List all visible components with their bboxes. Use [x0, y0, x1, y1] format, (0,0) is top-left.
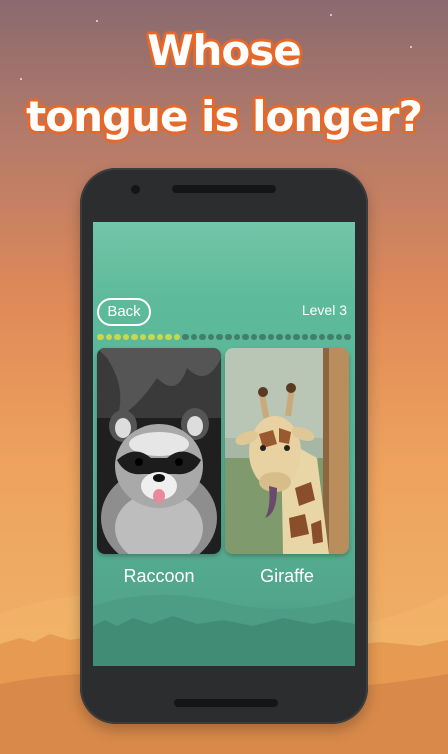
- progress-segment-remaining: [182, 334, 189, 340]
- progress-segment-remaining: [233, 334, 241, 340]
- progress-segment-done: [131, 334, 138, 340]
- progress-segment-remaining: [344, 334, 351, 340]
- back-button[interactable]: Back: [97, 298, 151, 326]
- star-decoration: [330, 14, 332, 16]
- progress-segment-remaining: [293, 334, 300, 340]
- speaker-grille: [172, 185, 276, 193]
- progress-segment-remaining: [284, 334, 292, 340]
- progress-segment-done: [156, 334, 164, 340]
- progress-segment-remaining: [207, 334, 215, 340]
- phone-frame: Back Level 3 Raccoon Giraffe: [80, 168, 368, 724]
- promo-headline-line2: tongue is longer?: [26, 92, 423, 141]
- progress-segment-done: [165, 334, 172, 340]
- progress-segment-remaining: [242, 334, 249, 340]
- progress-segment-done: [122, 334, 130, 340]
- progress-segment-done: [105, 334, 113, 340]
- bottom-speaker-grille: [174, 699, 278, 707]
- progress-segment-remaining: [250, 334, 258, 340]
- star-decoration: [96, 20, 98, 22]
- choice-label-giraffe: Giraffe: [260, 566, 314, 586]
- camera-icon: [131, 185, 140, 194]
- progress-segment-remaining: [267, 334, 275, 340]
- choice-card-giraffe[interactable]: [225, 348, 349, 554]
- progress-segment-remaining: [276, 334, 283, 340]
- choice-label-raccoon: Raccoon: [123, 566, 195, 586]
- progress-segment-remaining: [224, 334, 232, 340]
- progress-segment-done: [173, 334, 181, 340]
- choice-card-raccoon[interactable]: [97, 348, 221, 554]
- progress-segment-remaining: [259, 334, 266, 340]
- screen-glow: [93, 222, 355, 302]
- progress-segment-remaining: [190, 334, 198, 340]
- progress-segment-remaining: [327, 334, 334, 340]
- giraffe-photo-icon: [225, 348, 349, 554]
- progress-segment-remaining: [216, 334, 223, 340]
- game-screen: Back Level 3 Raccoon Giraffe: [93, 222, 355, 666]
- progress-segment-done: [114, 334, 121, 340]
- level-indicator: Level 3: [301, 302, 347, 318]
- progress-segment-remaining: [199, 334, 206, 340]
- progress-segment-done: [139, 334, 147, 340]
- progress-segment-done: [148, 334, 155, 340]
- raccoon-photo-icon: [97, 348, 221, 554]
- progress-segment-remaining: [335, 334, 343, 340]
- progress-segment-remaining: [301, 334, 309, 340]
- progress-segment-done: [97, 334, 104, 340]
- progress-segment-remaining: [310, 334, 317, 340]
- promo-headline-line1: Whose: [147, 26, 302, 75]
- level-progress-bar: [97, 334, 351, 340]
- progress-segment-remaining: [318, 334, 326, 340]
- star-decoration: [20, 78, 22, 80]
